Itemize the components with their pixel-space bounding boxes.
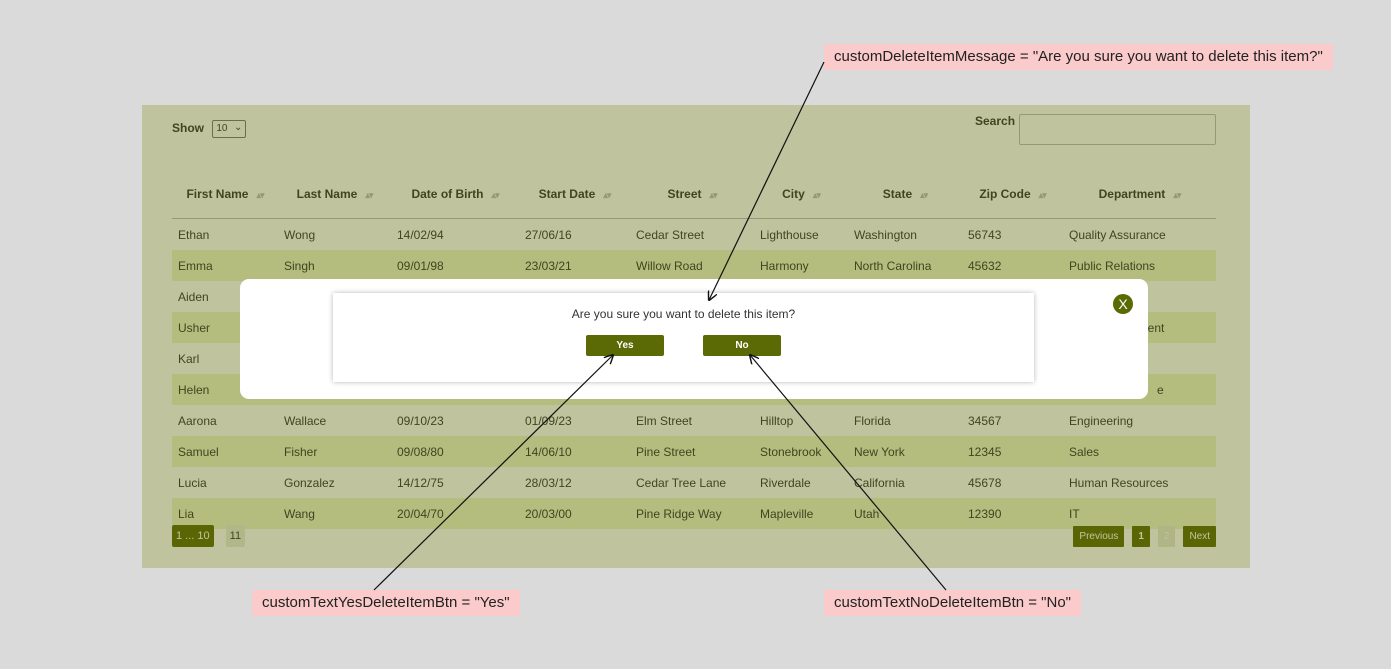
delete-message: Are you sure you want to delete this ite… (571, 307, 796, 321)
close-icon[interactable]: X (1113, 294, 1133, 314)
modal-content: Are you sure you want to delete this ite… (333, 293, 1034, 382)
no-button[interactable]: No (703, 335, 781, 356)
annotation-delete-message: customDeleteItemMessage = "Are you sure … (824, 44, 1333, 70)
delete-confirm-modal: Are you sure you want to delete this ite… (240, 279, 1148, 399)
yes-button[interactable]: Yes (586, 335, 664, 356)
annotation-yes-button: customTextYesDeleteItemBtn = "Yes" (252, 590, 520, 616)
annotation-no-button: customTextNoDeleteItemBtn = "No" (824, 590, 1081, 616)
